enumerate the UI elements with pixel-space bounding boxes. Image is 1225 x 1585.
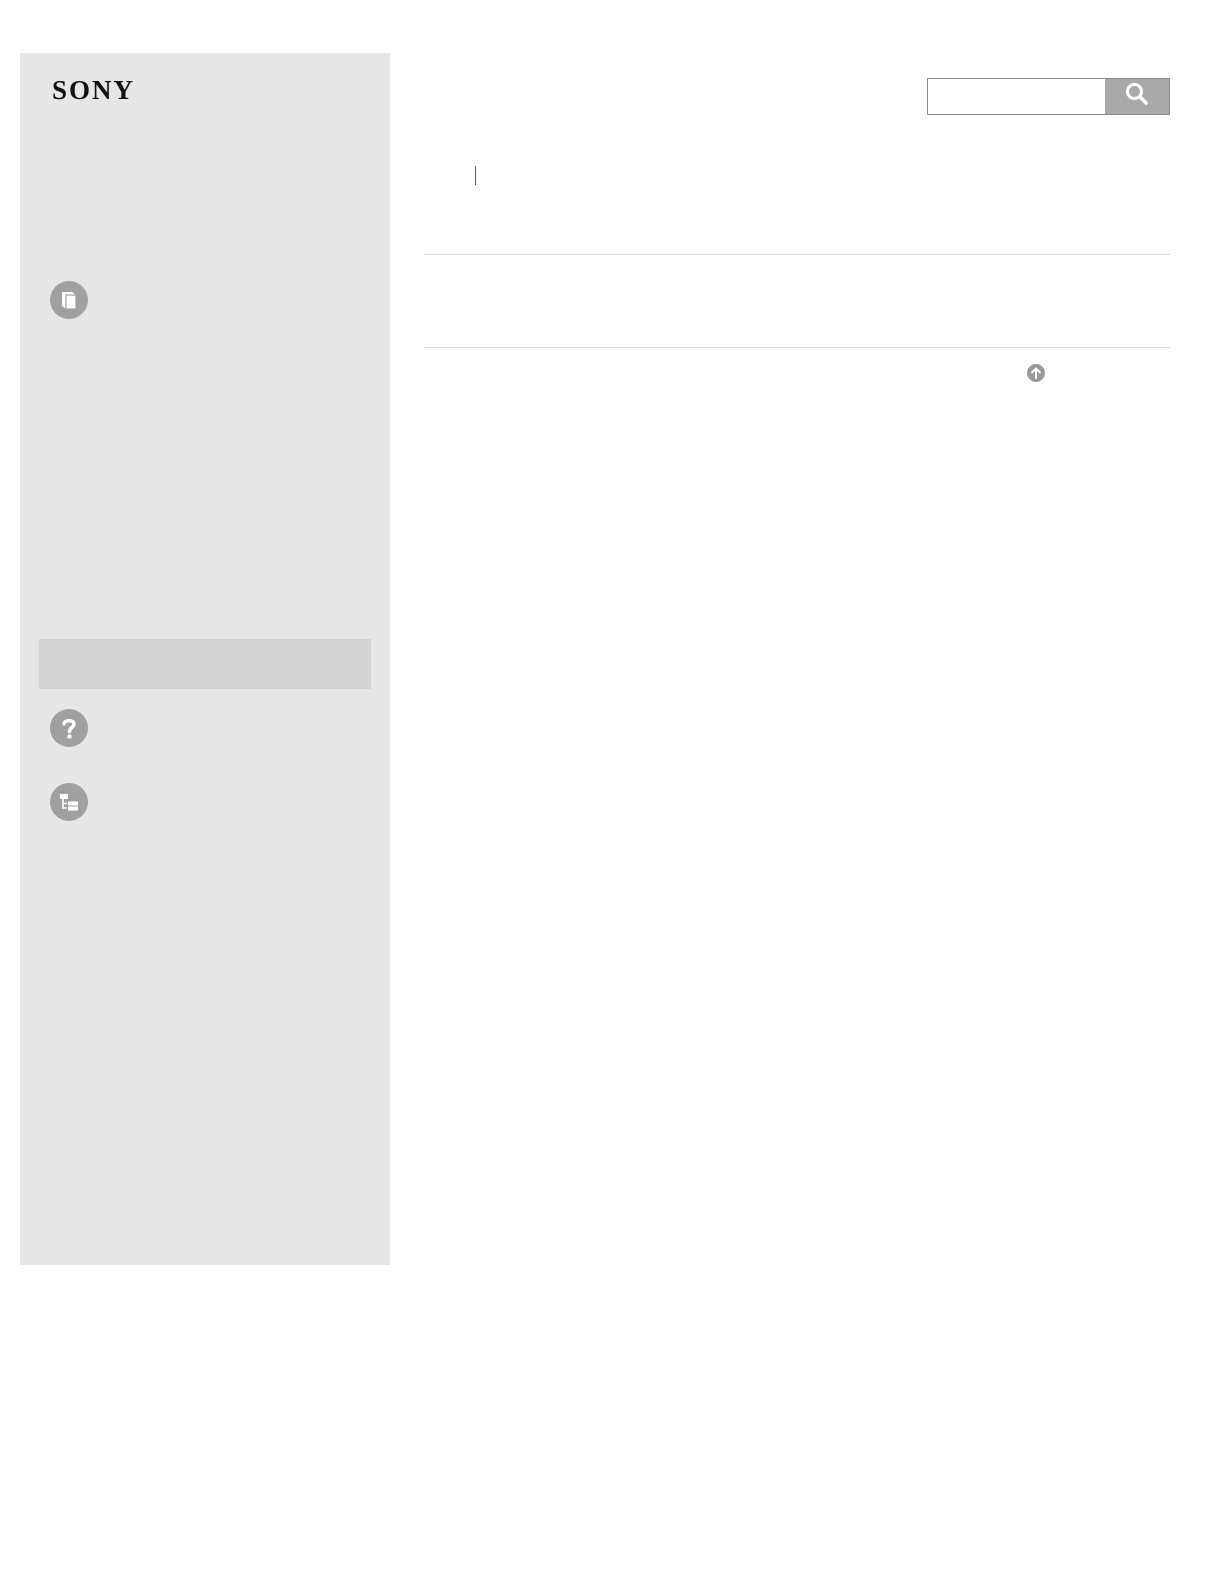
sidebar: SONY <box>20 53 390 1265</box>
tree-list-icon[interactable] <box>50 783 88 821</box>
search-input[interactable] <box>928 79 1106 114</box>
divider-bottom <box>424 347 1170 348</box>
search-button[interactable] <box>1105 79 1169 114</box>
arrow-up-circle-icon[interactable] <box>1027 364 1045 382</box>
book-icon[interactable] <box>50 281 88 319</box>
search-box <box>927 78 1170 115</box>
sidebar-selected-item[interactable] <box>39 639 371 689</box>
divider-top <box>424 254 1170 255</box>
magnifier-icon <box>1124 81 1150 112</box>
breadcrumb-separator <box>475 166 476 185</box>
question-icon[interactable] <box>50 709 88 747</box>
sony-logo[interactable]: SONY <box>52 75 135 105</box>
